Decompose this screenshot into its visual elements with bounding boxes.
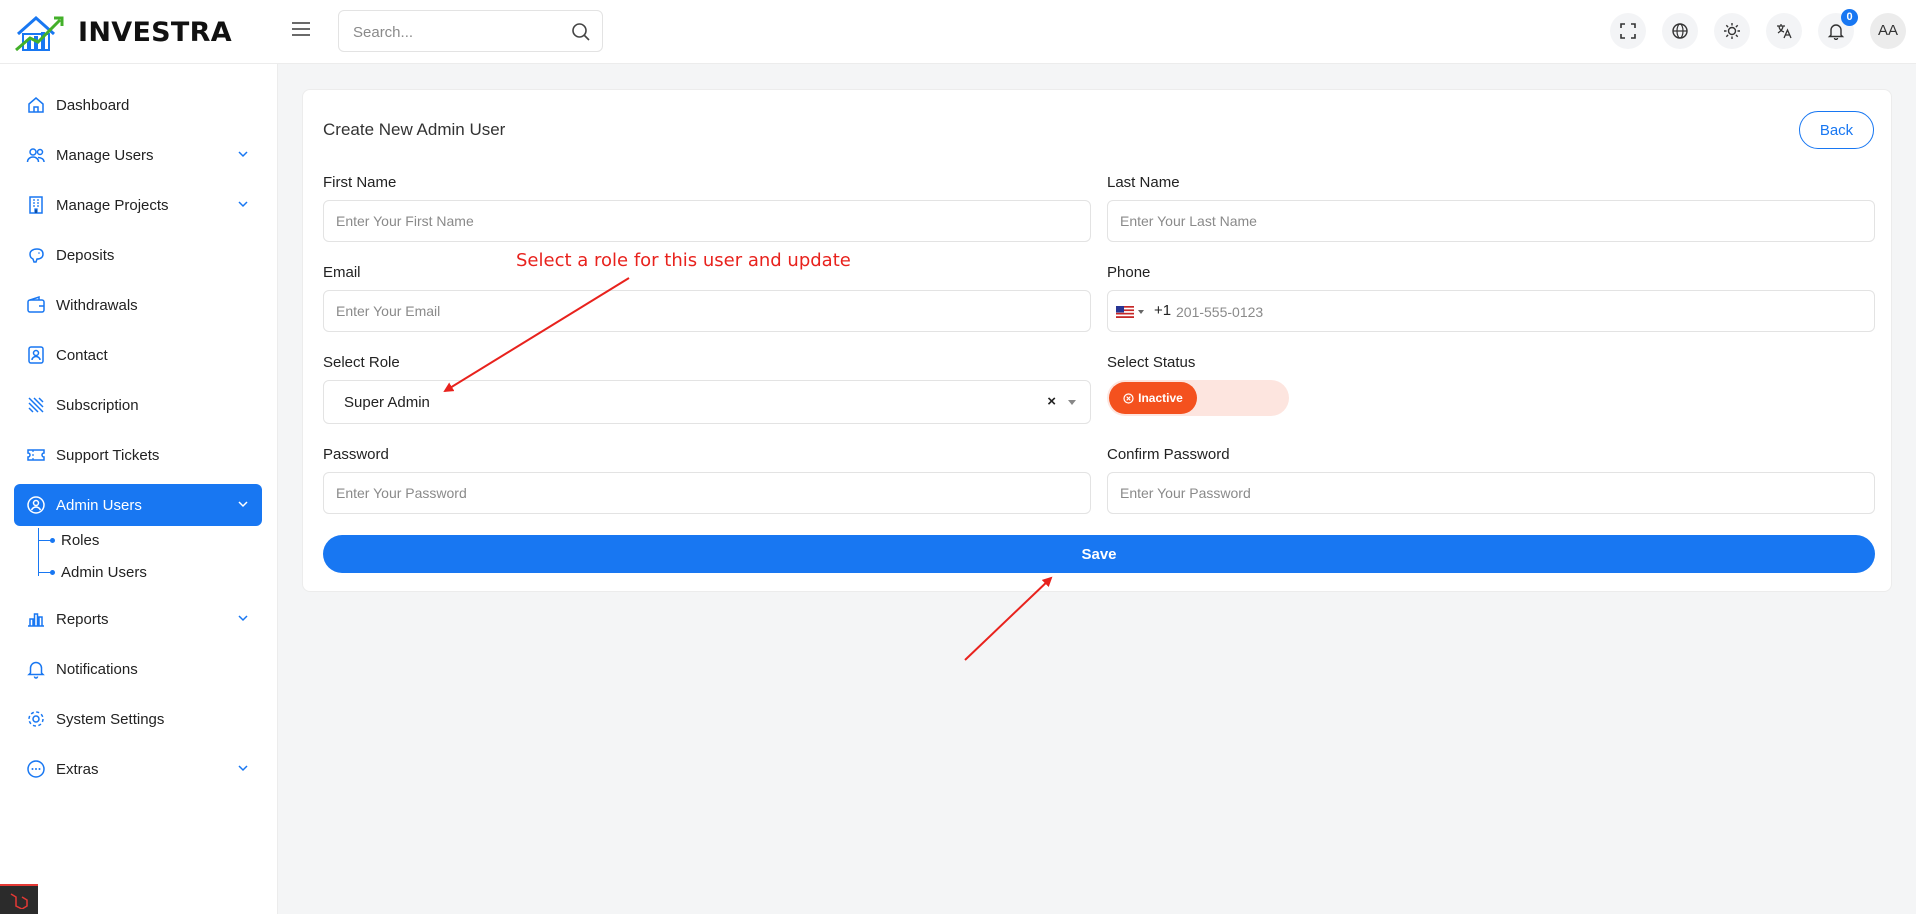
phone-field: +1: [1107, 290, 1875, 332]
create-admin-form-card: Create New Admin User Back First Name La…: [302, 89, 1892, 592]
country-dropdown-icon[interactable]: [1138, 310, 1144, 314]
last-name-label: Last Name: [1107, 174, 1180, 191]
sidebar-item-withdrawals[interactable]: Withdrawals: [14, 284, 262, 326]
home-icon: [26, 95, 46, 115]
sidebar: Dashboard Manage Users Manage Projects D…: [0, 64, 278, 914]
app-name: INVESTRA: [78, 16, 232, 48]
email-label: Email: [323, 264, 361, 281]
language-button[interactable]: [1766, 13, 1802, 49]
sidebar-subitem-roles[interactable]: Roles: [38, 528, 99, 552]
admin-users-submenu: Roles Admin Users: [38, 528, 238, 592]
chevron-down-icon: [238, 615, 248, 622]
sun-icon: [1724, 23, 1740, 39]
search-box: [338, 10, 603, 52]
translate-icon: [1777, 24, 1792, 39]
phone-label: Phone: [1107, 264, 1151, 281]
sidebar-item-manage-users[interactable]: Manage Users: [14, 134, 262, 176]
status-toggle[interactable]: Inactive: [1107, 380, 1289, 416]
more-icon: [26, 759, 46, 779]
save-button[interactable]: Save: [323, 535, 1875, 573]
sidebar-item-dashboard[interactable]: Dashboard: [14, 84, 262, 126]
globe-button[interactable]: [1662, 13, 1698, 49]
sidebar-item-subscription[interactable]: Subscription: [14, 384, 262, 426]
role-select[interactable]: Super Admin ×: [323, 380, 1091, 424]
notification-count-badge: 0: [1841, 9, 1858, 26]
fullscreen-icon: [1620, 23, 1636, 39]
bell-icon: [26, 659, 46, 679]
bullet-icon: [50, 569, 55, 575]
status-toggle-knob: Inactive: [1109, 382, 1197, 414]
building-icon: [26, 195, 46, 215]
role-selected-value: Super Admin: [344, 394, 430, 411]
bullet-icon: [50, 537, 55, 543]
email-field[interactable]: [323, 290, 1091, 332]
logo-icon: [15, 15, 64, 52]
sidebar-item-contact[interactable]: Contact: [14, 334, 262, 376]
close-circle-icon: [1123, 392, 1134, 404]
search-icon[interactable]: [570, 21, 592, 43]
chevron-down-icon: [238, 151, 248, 158]
sidebar-subitem-admin-users[interactable]: Admin Users: [38, 560, 147, 584]
sidebar-item-admin-users[interactable]: Admin Users: [14, 484, 262, 526]
dropdown-arrow-icon[interactable]: [1068, 400, 1076, 405]
subscription-icon: [26, 395, 46, 415]
first-name-field[interactable]: [323, 200, 1091, 242]
clear-selection-icon[interactable]: ×: [1047, 393, 1056, 410]
status-label: Select Status: [1107, 354, 1196, 371]
confirm-password-label: Confirm Password: [1107, 446, 1230, 463]
contact-book-icon: [26, 345, 46, 365]
first-name-label: First Name: [323, 174, 397, 191]
chevron-down-icon: [238, 201, 248, 208]
wallet-icon: [26, 295, 46, 315]
sidebar-item-extras[interactable]: Extras: [14, 748, 262, 790]
sidebar-item-deposits[interactable]: Deposits: [14, 234, 262, 276]
menu-toggle-icon[interactable]: [290, 18, 312, 40]
sidebar-item-system-settings[interactable]: System Settings: [14, 698, 262, 740]
form-title: Create New Admin User: [323, 120, 506, 139]
gear-icon: [26, 709, 46, 729]
search-input[interactable]: [353, 21, 553, 43]
back-button[interactable]: Back: [1799, 111, 1874, 149]
sidebar-item-notifications[interactable]: Notifications: [14, 648, 262, 690]
role-label: Select Role: [323, 354, 400, 371]
bell-icon: [1827, 24, 1845, 40]
country-code: +1: [1154, 302, 1172, 319]
chevron-down-icon: [238, 501, 248, 508]
globe-icon: [1672, 23, 1688, 39]
confirm-password-field[interactable]: [1107, 472, 1875, 514]
app-logo[interactable]: INVESTRA: [14, 12, 232, 52]
fullscreen-button[interactable]: [1610, 13, 1646, 49]
sidebar-item-reports[interactable]: Reports: [14, 598, 262, 640]
users-icon: [26, 145, 46, 165]
phone-input[interactable]: [1176, 301, 1776, 323]
us-flag-icon[interactable]: [1116, 306, 1134, 318]
laravel-icon: [10, 893, 28, 909]
bar-chart-icon: [26, 609, 46, 629]
theme-toggle-button[interactable]: [1714, 13, 1750, 49]
piggy-bank-icon: [26, 245, 46, 265]
ticket-icon: [26, 445, 46, 465]
annotation-text: Select a role for this user and update: [516, 250, 851, 271]
chevron-down-icon: [238, 765, 248, 772]
status-value: Inactive: [1138, 391, 1183, 405]
user-avatar[interactable]: AA: [1870, 13, 1906, 49]
top-bar: INVESTRA Search... 0 AA: [0, 0, 1916, 64]
sidebar-item-support-tickets[interactable]: Support Tickets: [14, 434, 262, 476]
password-field[interactable]: [323, 472, 1091, 514]
last-name-field[interactable]: [1107, 200, 1875, 242]
password-label: Password: [323, 446, 389, 463]
admin-user-icon: [26, 495, 46, 515]
debug-bar-toggle[interactable]: [0, 884, 38, 914]
sidebar-item-manage-projects[interactable]: Manage Projects: [14, 184, 262, 226]
notifications-button[interactable]: 0: [1818, 9, 1858, 49]
